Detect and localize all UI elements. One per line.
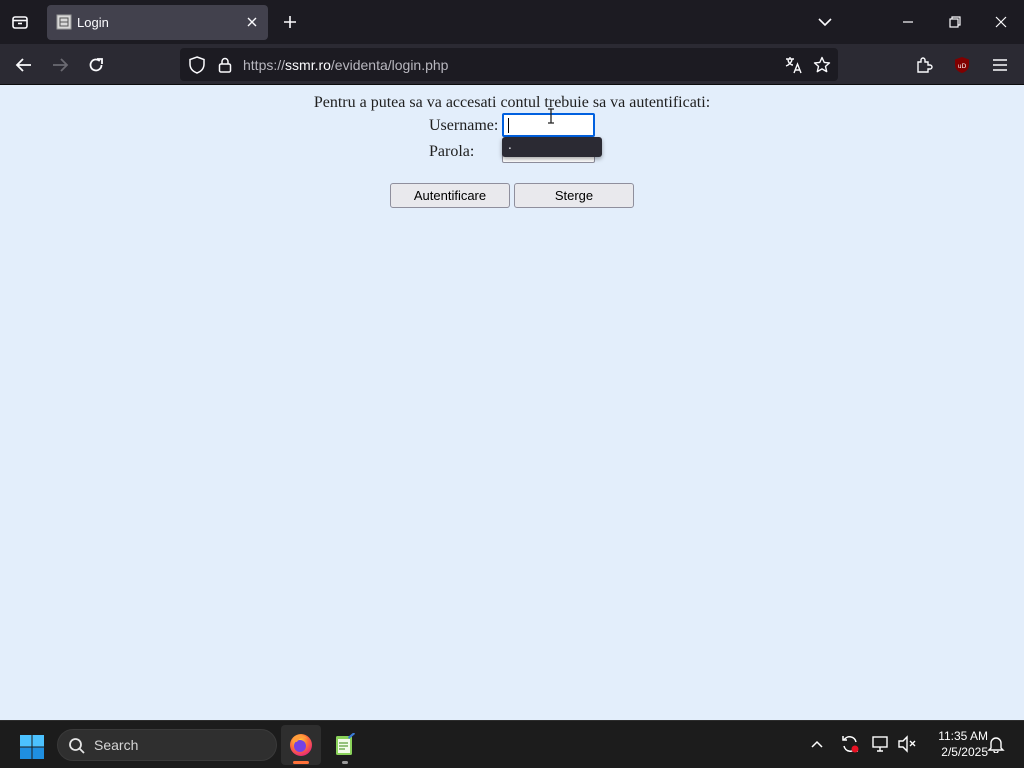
autocomplete-item[interactable]: . bbox=[508, 138, 512, 152]
tab-strip: Login bbox=[0, 0, 1024, 44]
ublock-origin-icon[interactable]: uD bbox=[948, 51, 976, 79]
taskbar: Search 11:35 AM 2/5/2025 bbox=[0, 720, 1024, 768]
network-icon[interactable] bbox=[870, 733, 892, 755]
url-text: https://ssmr.ro/evidenta/login.php bbox=[243, 57, 448, 73]
search-placeholder: Search bbox=[94, 737, 139, 753]
close-window-icon[interactable] bbox=[987, 8, 1015, 36]
show-hidden-icons-chevron-icon[interactable] bbox=[806, 733, 828, 755]
bookmark-star-icon[interactable] bbox=[812, 55, 832, 75]
text-cursor-icon bbox=[546, 108, 556, 124]
clear-button[interactable]: Sterge bbox=[514, 183, 634, 208]
speaker-muted-icon[interactable] bbox=[896, 733, 918, 755]
notepad-icon bbox=[336, 733, 355, 755]
active-app-indicator bbox=[293, 761, 309, 764]
taskbar-firefox[interactable] bbox=[281, 725, 321, 765]
page-content: Pentru a putea sa va accesati contul tre… bbox=[0, 85, 1024, 720]
url-path: /evidenta/login.php bbox=[330, 57, 449, 73]
text-caret bbox=[508, 118, 509, 133]
notifications-bell-icon[interactable] bbox=[985, 733, 1007, 755]
taskbar-search[interactable]: Search bbox=[57, 729, 277, 761]
extensions-icon[interactable] bbox=[910, 51, 938, 79]
username-label: Username: bbox=[429, 117, 499, 134]
taskbar-notepad[interactable] bbox=[325, 725, 365, 765]
clock-date: 2/5/2025 bbox=[941, 745, 988, 759]
svg-text:uD: uD bbox=[958, 63, 967, 70]
new-tab-icon[interactable] bbox=[278, 10, 302, 34]
autocomplete-dropdown[interactable]: . bbox=[502, 137, 602, 157]
clock-time: 11:35 AM bbox=[938, 729, 988, 743]
reload-icon[interactable] bbox=[82, 51, 110, 79]
running-app-indicator bbox=[342, 761, 348, 764]
list-all-tabs-icon[interactable] bbox=[812, 10, 838, 34]
sync-icon[interactable] bbox=[839, 733, 861, 755]
navigation-bar: https://ssmr.ro/evidenta/login.php uD bbox=[0, 44, 1024, 85]
close-tab-icon[interactable] bbox=[244, 14, 260, 30]
restore-icon[interactable] bbox=[941, 8, 969, 36]
system-clock[interactable]: 11:35 AM 2/5/2025 bbox=[922, 728, 988, 760]
search-icon bbox=[68, 737, 86, 755]
windows-start-icon[interactable] bbox=[19, 734, 45, 760]
tab-login[interactable]: Login bbox=[47, 5, 268, 40]
firefox-view-icon[interactable] bbox=[6, 8, 34, 36]
tracking-protection-shield-icon[interactable] bbox=[187, 55, 207, 75]
login-button[interactable]: Autentificare bbox=[390, 183, 510, 208]
lock-icon[interactable] bbox=[215, 55, 235, 75]
back-icon[interactable] bbox=[10, 51, 38, 79]
intro-text: Pentru a putea sa va accesati contul tre… bbox=[313, 94, 711, 111]
minimize-icon[interactable] bbox=[894, 8, 922, 36]
firefox-icon bbox=[290, 734, 312, 756]
tab-title: Login bbox=[77, 15, 109, 30]
translate-icon[interactable] bbox=[784, 55, 804, 75]
page-favicon-icon bbox=[56, 14, 72, 30]
url-scheme: https:// bbox=[243, 57, 286, 73]
app-menu-icon[interactable] bbox=[986, 51, 1014, 79]
url-bar[interactable]: https://ssmr.ro/evidenta/login.php bbox=[180, 48, 838, 81]
url-host: ssmr.ro bbox=[285, 57, 331, 73]
password-label: Parola: bbox=[429, 143, 475, 160]
forward-icon[interactable] bbox=[46, 51, 74, 79]
